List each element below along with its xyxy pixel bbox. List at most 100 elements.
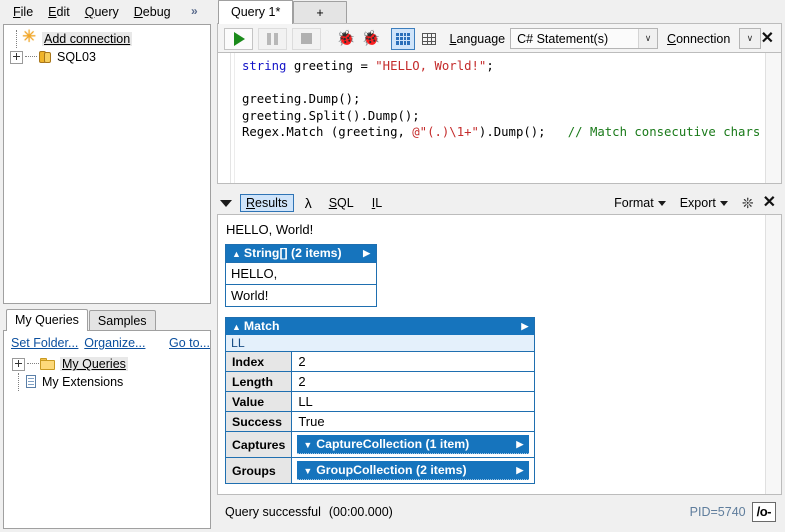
results-content: HELLO, World! ▲String[] (2 items) ▶ HELL… xyxy=(218,215,781,484)
tree-line xyxy=(25,56,37,58)
collapse-arrow-icon[interactable]: ▲ xyxy=(232,322,241,332)
match-row-label-groups: Groups xyxy=(226,458,292,484)
expand-icon[interactable] xyxy=(12,358,25,371)
language-label: Language xyxy=(450,32,506,46)
pause-icon xyxy=(267,33,278,45)
my-queries-tabstrip: My Queries Samples xyxy=(3,310,211,331)
rich-text-results-button[interactable] xyxy=(391,28,415,50)
connection-label[interactable]: Connection xyxy=(667,32,730,46)
add-connection-row[interactable]: Add connection xyxy=(10,30,210,48)
match-row-label-captures: Captures xyxy=(226,432,292,458)
data-grid-button[interactable] xyxy=(417,28,441,50)
status-elapsed: (00:00.000) xyxy=(329,505,393,519)
menu-debug-accel: D xyxy=(134,5,143,19)
tab-results[interactable]: Results xyxy=(240,194,294,212)
close-results-button[interactable]: ✕ xyxy=(763,195,776,211)
results-panel: HELLO, World! ▲String[] (2 items) ▶ HELL… xyxy=(217,214,782,495)
match-row-value-value: LL xyxy=(292,392,535,412)
match-row-value-groups: ▼GroupCollection (2 items) ▶ xyxy=(292,458,535,484)
go-to-link[interactable]: Go to... xyxy=(169,336,210,350)
server-row[interactable]: SQL03 xyxy=(10,48,210,66)
menu-file-rest: ile xyxy=(21,5,34,19)
chevron-down-icon[interactable]: ∨ xyxy=(638,29,657,48)
stop-icon xyxy=(301,33,312,44)
format-menu[interactable]: Format xyxy=(614,196,666,210)
results-vertical-scrollbar[interactable] xyxy=(765,215,781,494)
query-tab-1[interactable]: Query 1* xyxy=(218,0,293,24)
document-icon xyxy=(25,375,38,389)
red-bug-icon[interactable]: 🐞 xyxy=(337,31,356,46)
language-select[interactable]: C# Statement(s) ∨ xyxy=(510,28,658,49)
stop-button[interactable] xyxy=(292,28,321,50)
collapse-arrow-icon[interactable]: ▲ xyxy=(232,249,241,259)
tree-item-my-extensions[interactable]: My Extensions xyxy=(12,373,210,391)
results-bar-right: Format Export ❊ ✕ xyxy=(614,195,782,212)
tab-my-queries[interactable]: My Queries xyxy=(6,309,88,331)
match-table: ▲Match ▶ LL Index 2 Length 2 xyxy=(225,317,535,484)
editor-vertical-scrollbar[interactable] xyxy=(765,53,781,183)
match-row-value-length: 2 xyxy=(292,372,535,392)
expand-arrow-icon[interactable]: ▶ xyxy=(292,318,535,336)
status-pid: PID=5740 xyxy=(690,505,746,519)
linqpad-window: File Edit Query Debug » Add connection S… xyxy=(0,0,785,532)
capture-collection-title: CaptureCollection (1 item) xyxy=(316,437,469,451)
table-row: Groups ▼GroupCollection (2 items) ▶ xyxy=(226,458,535,484)
export-menu[interactable]: Export xyxy=(680,196,728,210)
match-summary-value: LL xyxy=(226,335,535,352)
tab-il[interactable]: IL xyxy=(366,194,388,212)
capture-collection-header[interactable]: ▼ CaptureCollection (1 item) ▶ xyxy=(297,435,529,454)
tab-samples[interactable]: Samples xyxy=(89,310,156,331)
code-editor[interactable]: string greeting = "HELLO, World!"; greet… xyxy=(217,52,782,184)
organize-link[interactable]: Organize... xyxy=(84,336,145,350)
pause-button[interactable] xyxy=(258,28,287,50)
expand-arrow-icon[interactable]: ▶ xyxy=(350,245,377,263)
expand-down-arrow-icon: ▼ xyxy=(303,466,312,476)
editor-gutter xyxy=(218,53,235,183)
menu-edit[interactable]: Edit xyxy=(41,2,78,22)
chevron-down-icon xyxy=(720,201,728,206)
my-queries-body: Set Folder... Organize... Go to... My Qu… xyxy=(3,330,211,529)
folder-icon xyxy=(40,358,56,371)
connection-select[interactable]: ∨ xyxy=(739,28,760,49)
table-row: Captures ▼ CaptureCollection (1 item) ▶ xyxy=(226,432,535,458)
group-collection-header[interactable]: ▼GroupCollection (2 items) ▶ xyxy=(297,461,529,480)
tab-sql[interactable]: SQL xyxy=(323,194,360,212)
tree-item-my-queries[interactable]: My Queries xyxy=(12,355,210,373)
expand-arrow-icon[interactable]: ▶ xyxy=(516,439,523,450)
string-array-item-1: World! xyxy=(226,285,377,307)
menu-overflow-icon[interactable]: » xyxy=(191,4,196,18)
match-title: Match xyxy=(244,319,280,333)
new-query-tab-button[interactable]: + xyxy=(293,1,346,24)
match-header-cell: ▲Match xyxy=(226,318,292,336)
linqpad-logo: /o- xyxy=(752,502,776,522)
language-label-rest: anguage xyxy=(456,32,505,46)
expand-arrow-icon[interactable]: ▶ xyxy=(516,465,523,476)
tab-il-rest: L xyxy=(375,196,382,210)
menu-query[interactable]: Query xyxy=(78,2,127,22)
close-query-button[interactable]: ✕ xyxy=(761,31,774,47)
connection-label-rest: onnection xyxy=(676,32,730,46)
snowflake-icon[interactable]: ❊ xyxy=(742,195,754,212)
string-array-table: ▲String[] (2 items) ▶ HELLO, World! xyxy=(225,244,377,307)
chevron-down-icon[interactable]: ∨ xyxy=(741,29,759,48)
string-array-item-0: HELLO, xyxy=(226,263,377,285)
chevron-down-icon xyxy=(658,201,666,206)
add-connection-link[interactable]: Add connection xyxy=(42,32,132,46)
expand-icon[interactable] xyxy=(10,51,23,64)
results-dropdown-icon[interactable] xyxy=(220,200,232,207)
match-header[interactable]: ▲Match ▶ xyxy=(226,318,535,336)
run-button[interactable] xyxy=(224,28,253,50)
set-folder-link[interactable]: Set Folder... xyxy=(11,336,78,350)
data-grid-icon xyxy=(422,33,436,45)
menu-debug[interactable]: Debug xyxy=(127,2,179,22)
menu-query-rest: uery xyxy=(94,5,118,19)
expand-down-arrow-icon: ▼ xyxy=(303,440,312,450)
blue-bug-icon[interactable]: 🐞 xyxy=(362,31,381,46)
string-array-header-cell: ▲String[] (2 items) xyxy=(226,245,351,263)
tab-results-accel: R xyxy=(246,196,255,210)
string-array-header[interactable]: ▲String[] (2 items) ▶ xyxy=(226,245,377,263)
tab-lambda[interactable]: λ xyxy=(300,195,317,211)
my-queries-tree: My Queries My Extensions xyxy=(4,353,210,391)
menu-file[interactable]: File xyxy=(6,2,41,22)
menu-edit-rest: dit xyxy=(57,5,70,19)
